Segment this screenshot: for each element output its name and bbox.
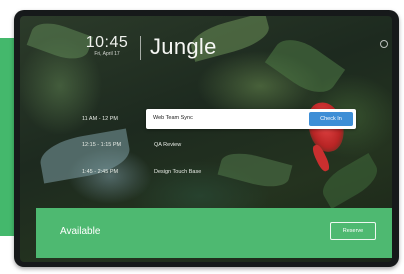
clock-time: 10:45 [85, 34, 129, 51]
event-time: 11 AM - 12 PM [82, 116, 118, 122]
reserve-button[interactable]: Reserve [330, 222, 376, 240]
status-label: Available [60, 226, 101, 237]
availability-status-bar: Available Reserve [36, 208, 392, 258]
clock: 10:45 Fri, April 17 [82, 35, 132, 58]
event-time: 12:15 - 1:15 PM [82, 142, 122, 148]
background-leaf [217, 147, 293, 193]
clock-date: Fri, April 17 [94, 51, 120, 57]
header-divider [140, 36, 141, 60]
event-title[interactable]: QA Review [154, 141, 181, 149]
settings-dot-icon[interactable] [380, 40, 388, 48]
room-name: Jungle [150, 34, 217, 59]
event-title[interactable]: Design Touch Base [154, 168, 201, 176]
background-leaf [264, 29, 346, 103]
event-time: 1:45 - 2:45 PM [82, 169, 119, 175]
current-event-title: Web Team Sync [153, 115, 193, 121]
check-in-button[interactable]: Check In [309, 112, 353, 126]
current-event-bar[interactable]: Web Team Sync Check In [146, 109, 356, 129]
